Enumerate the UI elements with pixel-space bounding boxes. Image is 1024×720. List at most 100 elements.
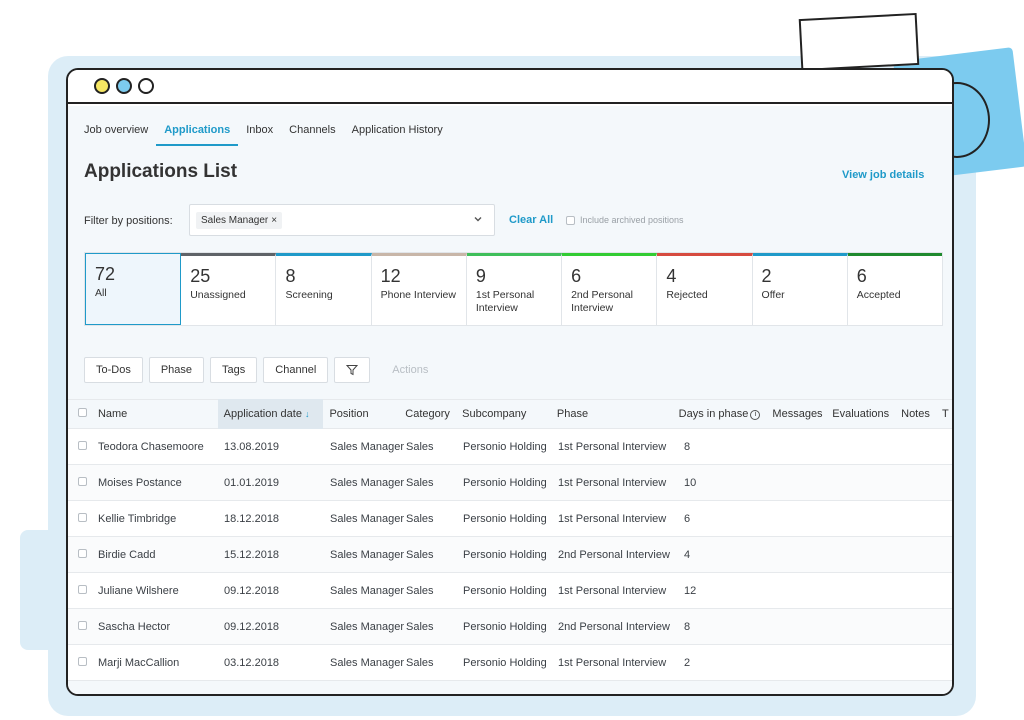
- tab-job-overview[interactable]: Job overview: [84, 120, 156, 146]
- cell-name[interactable]: Moises Postance: [98, 477, 218, 489]
- row-checkbox[interactable]: [78, 440, 87, 450]
- cell-days: 10: [684, 476, 697, 489]
- cell-position: Sales Manager: [330, 656, 404, 669]
- window-dot-blue[interactable]: [116, 78, 132, 94]
- todos-button[interactable]: To-Dos: [84, 357, 143, 383]
- row-checkbox[interactable]: [78, 656, 87, 666]
- phase-count: 25: [190, 266, 211, 286]
- phase-card-6[interactable]: 4 Rejected: [657, 253, 753, 325]
- chevron-down-icon[interactable]: [472, 213, 484, 225]
- position-filter-select[interactable]: Sales Manager ×: [189, 204, 495, 236]
- phase-card-4[interactable]: 9 1st Personal Interview: [466, 253, 563, 325]
- header-phase[interactable]: Phase: [557, 408, 679, 420]
- chip-remove-icon[interactable]: ×: [271, 215, 277, 226]
- phase-card-3[interactable]: 12 Phone Interview: [371, 253, 467, 325]
- cell-date: 01.01.2019: [224, 476, 280, 489]
- decorative-note: [798, 12, 920, 72]
- header-application-date[interactable]: Application date ↓: [217, 399, 324, 429]
- cell-name[interactable]: Sascha Hector: [98, 621, 218, 633]
- phase-cards: 72 All 25 Unassigned 8 Screening 12 Phone Inter…: [84, 252, 943, 326]
- phase-card-8[interactable]: 6 Accepted: [847, 253, 942, 325]
- archived-checkbox[interactable]: [566, 215, 575, 225]
- filter-icon: [346, 365, 359, 376]
- table-row[interactable]: Birdie Cadd 15.12.2018 Sales Manager Sales P…: [68, 537, 952, 573]
- row-checkbox[interactable]: [78, 584, 87, 594]
- header-days-label: Days in phase: [678, 408, 749, 420]
- row-select-cell: [68, 512, 98, 525]
- row-checkbox[interactable]: [78, 476, 87, 486]
- row-select-cell: [68, 440, 98, 453]
- cell-days: 8: [684, 620, 691, 633]
- phase-card-7[interactable]: 2 Offer: [752, 253, 848, 325]
- cell-name[interactable]: Juliane Wilshere: [98, 585, 218, 597]
- header-evaluations[interactable]: Evaluations: [832, 408, 901, 420]
- cell-position: Sales Manager: [330, 620, 404, 633]
- cell-category: Sales: [406, 620, 434, 633]
- header-truncated[interactable]: T: [942, 408, 952, 420]
- row-checkbox[interactable]: [78, 620, 87, 630]
- table-row[interactable]: Moises Postance 01.01.2019 Sales Manager Sa…: [68, 465, 952, 501]
- cell-subcompany: Personio Holding: [463, 548, 547, 561]
- table-row[interactable]: Juliane Wilshere 09.12.2018 Sales Manager S…: [68, 573, 952, 609]
- header-messages[interactable]: Messages: [772, 408, 832, 420]
- filter-icon-button[interactable]: [334, 357, 371, 383]
- tab-channels[interactable]: Channels: [281, 120, 343, 146]
- window-dot-white[interactable]: [138, 78, 154, 94]
- header-name[interactable]: Name: [98, 408, 218, 420]
- cell-subcompany: Personio Holding: [463, 584, 547, 597]
- cell-phase: 1st Personal Interview: [558, 512, 667, 525]
- include-archived-toggle[interactable]: Include archived positions: [566, 215, 684, 225]
- view-job-details-link[interactable]: View job details: [842, 169, 924, 181]
- channel-button[interactable]: Channel: [263, 357, 329, 383]
- row-checkbox[interactable]: [78, 548, 87, 558]
- cell-name[interactable]: Kellie Timbridge: [98, 513, 218, 525]
- row-select-cell: [68, 476, 98, 489]
- phase-card-0[interactable]: 72 All: [85, 253, 182, 325]
- actions-button[interactable]: Actions: [376, 357, 428, 383]
- cell-date: 09.12.2018: [224, 620, 280, 633]
- phase-card-1[interactable]: 25 Unassigned: [181, 253, 277, 325]
- cell-date: 13.08.2019: [224, 440, 280, 453]
- cell-name[interactable]: Teodora Chasemoore: [98, 441, 218, 453]
- header-category[interactable]: Category: [405, 408, 462, 420]
- table-row[interactable]: Marji MacCallion 03.12.2018 Sales Manager S…: [68, 645, 952, 681]
- phase-label: Screening: [285, 289, 333, 301]
- select-all-cell: [68, 408, 98, 420]
- tags-button[interactable]: Tags: [210, 357, 258, 383]
- cell-days: 8: [684, 440, 691, 453]
- cell-subcompany: Personio Holding: [463, 512, 547, 525]
- table-row[interactable]: Kellie Timbridge 18.12.2018 Sales Manager S…: [68, 501, 952, 537]
- header-position[interactable]: Position: [323, 408, 405, 420]
- cell-name[interactable]: Birdie Cadd: [98, 549, 218, 561]
- phase-count: 4: [666, 266, 677, 286]
- tab-application-history[interactable]: Application History: [344, 120, 451, 146]
- phase-button[interactable]: Phase: [148, 357, 205, 383]
- cell-category: Sales: [406, 656, 434, 669]
- select-all-checkbox[interactable]: [78, 408, 87, 417]
- tab-applications[interactable]: Applications: [156, 120, 239, 146]
- cell-phase: 1st Personal Interview: [558, 440, 667, 453]
- header-notes[interactable]: Notes: [901, 408, 942, 420]
- table-row[interactable]: Teodora Chasemoore 13.08.2019 Sales Manage…: [68, 429, 952, 465]
- header-days-in-phase[interactable]: Days in phase i: [679, 408, 773, 420]
- phase-label: Accepted: [856, 289, 901, 301]
- cell-date: 03.12.2018: [224, 656, 280, 669]
- info-icon[interactable]: i: [750, 410, 761, 420]
- phase-card-2[interactable]: 8 Screening: [276, 253, 372, 325]
- header-subcompany[interactable]: Subcompany: [462, 408, 557, 420]
- app-window: Job overview Applications Inbox Channels…: [66, 68, 954, 696]
- main-content: Job overview Applications Inbox Channels…: [68, 106, 952, 694]
- row-checkbox[interactable]: [78, 512, 87, 522]
- header-application-date-label: Application date: [223, 408, 302, 420]
- table-row[interactable]: Sascha Hector 09.12.2018 Sales Manager Sale…: [68, 609, 952, 645]
- phase-label: 1st Personal Interview: [475, 289, 535, 314]
- cell-name[interactable]: Marji MacCallion: [98, 657, 218, 669]
- nav-tabs: Job overview Applications Inbox Channels…: [84, 120, 451, 146]
- window-dot-yellow[interactable]: [94, 78, 110, 94]
- position-chip-label: Sales Manager: [201, 215, 269, 226]
- tab-inbox[interactable]: Inbox: [238, 120, 281, 146]
- phase-card-5[interactable]: 6 2nd Personal Interview: [562, 253, 658, 325]
- clear-all-button[interactable]: Clear All: [509, 214, 553, 226]
- cell-position: Sales Manager: [330, 440, 404, 453]
- cell-category: Sales: [406, 548, 434, 561]
